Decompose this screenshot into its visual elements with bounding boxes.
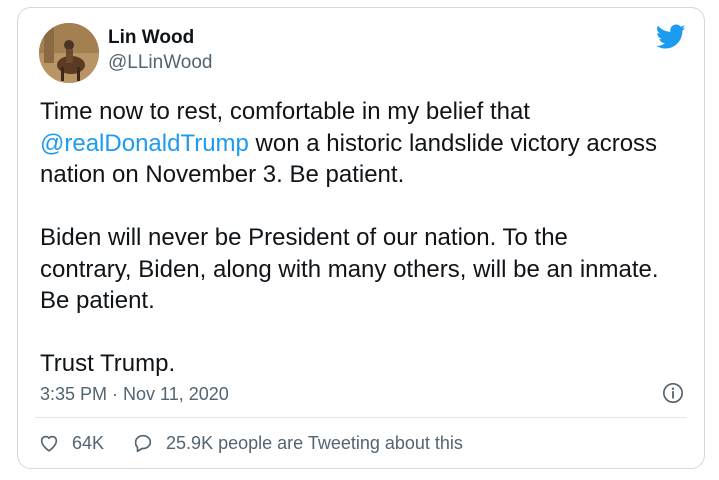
mention-link[interactable]: @realDonaldTrump <box>40 130 249 157</box>
avatar[interactable] <box>39 23 99 83</box>
tweet-text: Time now to rest, comfortable in my beli… <box>40 96 700 380</box>
tweet-timestamp[interactable]: 3:35 PM · Nov 11, 2020 <box>40 384 229 405</box>
twitter-bird-icon[interactable] <box>656 24 686 50</box>
divider <box>35 417 687 418</box>
heart-icon <box>40 435 58 452</box>
author-name[interactable]: Lin Wood <box>108 27 194 49</box>
tweet-text-part-2: won a historic landslide victory across … <box>40 129 659 378</box>
tweet-card: Lin Wood @LLinWood Time now to rest, com… <box>17 7 705 469</box>
conversation-link[interactable]: 25.9K people are Tweeting about this <box>132 432 463 454</box>
info-icon[interactable] <box>662 382 684 404</box>
author-handle[interactable]: @LLinWood <box>108 52 213 74</box>
tweet-text-part-1: Time now to rest, comfortable in my beli… <box>40 98 530 125</box>
like-button[interactable]: 64K <box>38 432 104 454</box>
speech-bubble-icon <box>134 434 152 453</box>
conversation-text: 25.9K people are Tweeting about this <box>166 432 463 453</box>
avatar-image <box>39 23 99 83</box>
tweet-actions: 64K 25.9K people are Tweeting about this <box>38 429 491 457</box>
like-count: 64K <box>72 432 105 453</box>
